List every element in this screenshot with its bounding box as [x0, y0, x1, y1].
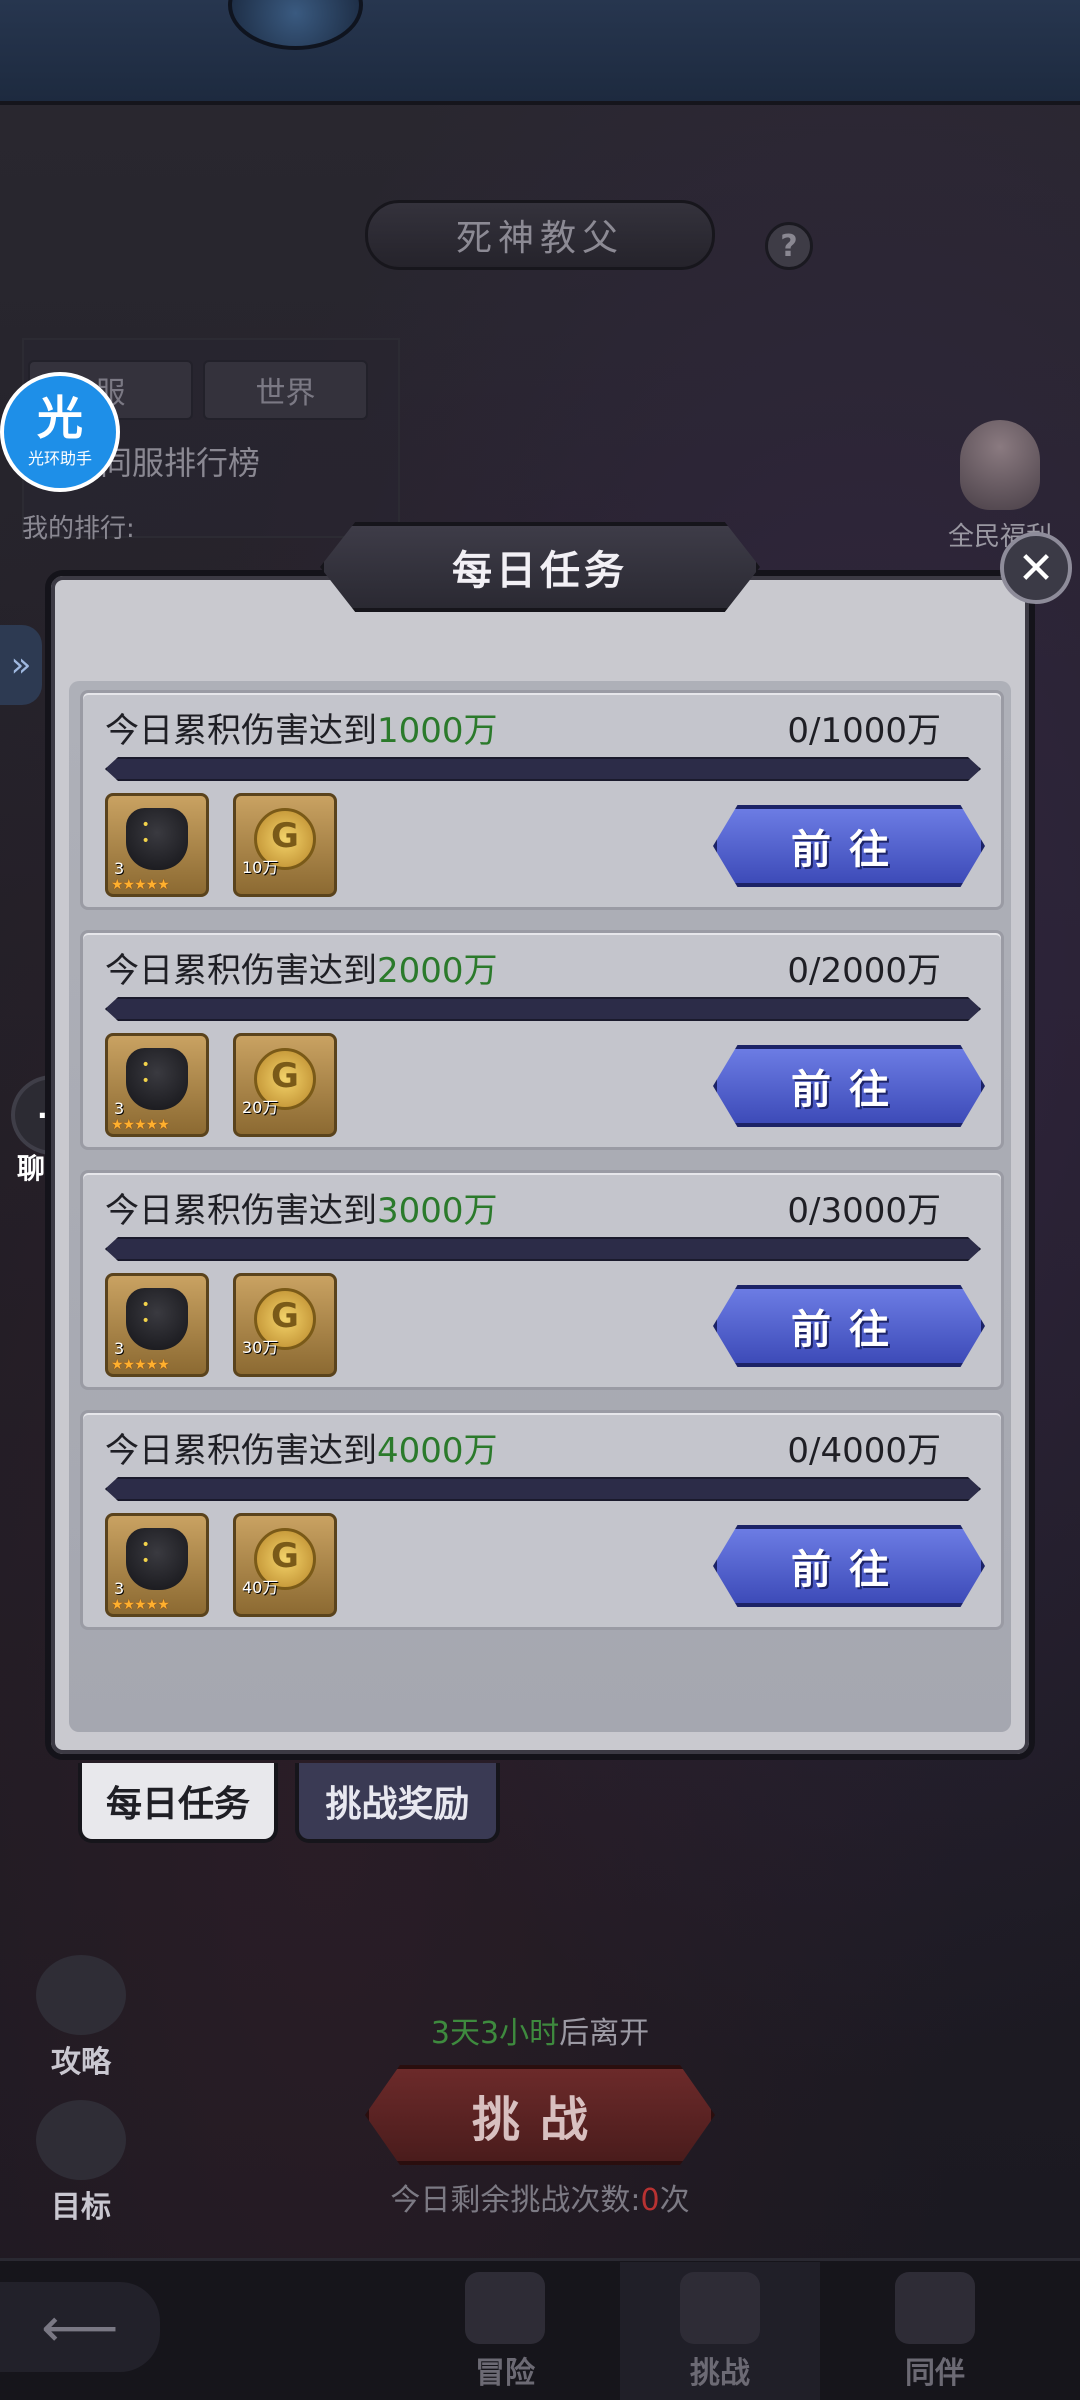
coin-reward[interactable]: G 20万	[233, 1033, 337, 1137]
go-button[interactable]: 前往	[713, 1045, 985, 1127]
nav-adventure[interactable]: 冒险	[405, 2262, 605, 2400]
task-progress-bar	[105, 997, 981, 1021]
hooded-hero-icon: • •	[126, 1288, 188, 1351]
ranking-title: 同服排行榜	[100, 444, 261, 482]
task-target: 2000万	[377, 951, 498, 991]
hooded-hero-icon: • •	[126, 1048, 188, 1111]
task-progress-bar	[105, 1477, 981, 1501]
coin-reward[interactable]: G 30万	[233, 1273, 337, 1377]
top-banner	[0, 0, 1080, 105]
task-progress-text: 0/1000万	[787, 711, 941, 751]
task-item: 今日累积伤害达到2000万 0/2000万 • • 3 ★★★★★ G 20万 …	[80, 930, 1004, 1150]
hero-level: 3	[114, 1339, 125, 1358]
task-title: 今日累积伤害达到3000万	[105, 1191, 498, 1231]
task-item: 今日累积伤害达到3000万 0/3000万 • • 3 ★★★★★ G 30万 …	[80, 1170, 1004, 1390]
hero-level: 3	[114, 1099, 125, 1118]
go-button[interactable]: 前往	[713, 1525, 985, 1607]
snowman-icon	[960, 420, 1040, 510]
coin-quantity: 10万	[242, 858, 279, 877]
expand-arrow-icon[interactable]: »	[0, 625, 42, 705]
tab-world-ranking[interactable]: 世界	[203, 360, 368, 420]
nav-adventure-label: 冒险	[475, 2356, 535, 2391]
helmet-icon	[680, 2272, 760, 2344]
task-target: 3000万	[377, 1191, 498, 1231]
star-rating: ★★★★★	[111, 1357, 170, 1373]
task-progress-text: 0/4000万	[787, 1431, 941, 1471]
task-title: 今日累积伤害达到1000万	[105, 711, 498, 751]
star-rating: ★★★★★	[111, 1597, 170, 1613]
nav-challenge[interactable]: 挑战	[620, 2262, 820, 2400]
tab-daily-tasks[interactable]: 每日任务	[78, 1763, 278, 1843]
star-rating: ★★★★★	[111, 1117, 170, 1133]
remaining-attempts: 今日剩余挑战次数:0次	[390, 2183, 690, 2218]
halo-assistant-button[interactable]: 光 光环助手	[0, 372, 120, 492]
hooded-hero-icon: • •	[126, 808, 188, 871]
task-target: 1000万	[377, 711, 498, 751]
task-item: 今日累积伤害达到4000万 0/4000万 • • 3 ★★★★★ G 40万 …	[80, 1410, 1004, 1630]
dialog-title: 每日任务	[320, 522, 760, 612]
coin-quantity: 20万	[242, 1098, 279, 1117]
hooded-hero-icon: • •	[126, 1528, 188, 1591]
nav-partner[interactable]: 同伴	[835, 2262, 1035, 2400]
coin-quantity: 40万	[242, 1578, 279, 1597]
hero-reward[interactable]: • • 3 ★★★★★	[105, 1513, 209, 1617]
boss-title: 死神教父	[365, 200, 715, 270]
go-button[interactable]: 前往	[713, 805, 985, 887]
hero-reward[interactable]: • • 3 ★★★★★	[105, 793, 209, 897]
coin-reward[interactable]: G 40万	[233, 1513, 337, 1617]
task-progress-bar	[105, 757, 981, 781]
help-button[interactable]: ?	[765, 222, 813, 270]
task-progress-text: 0/2000万	[787, 951, 941, 991]
halo-assistant-label: 光环助手	[27, 449, 92, 468]
handshake-icon	[895, 2272, 975, 2344]
halo-assistant-icon: 光	[37, 391, 83, 445]
leave-timer: 3天3小时后离开	[430, 2016, 650, 2051]
coin-quantity: 30万	[242, 1338, 279, 1357]
task-target: 4000万	[377, 1431, 498, 1471]
hero-level: 3	[114, 859, 125, 878]
hero-reward[interactable]: • • 3 ★★★★★	[105, 1033, 209, 1137]
book-icon	[36, 2100, 126, 2180]
task-progress-bar	[105, 1237, 981, 1261]
nav-challenge-label: 挑战	[690, 2356, 750, 2391]
nav-partner-label: 同伴	[905, 2356, 965, 2391]
back-arrow-icon[interactable]: ⟵	[0, 2282, 160, 2372]
close-button[interactable]: ✕	[1000, 532, 1072, 604]
hero-level: 3	[114, 1579, 125, 1598]
coin-reward[interactable]: G 10万	[233, 793, 337, 897]
treasure-chest-icon	[465, 2272, 545, 2344]
go-button[interactable]: 前往	[713, 1285, 985, 1367]
task-title: 今日累积伤害达到2000万	[105, 951, 498, 991]
my-rank-label: 我的排行:	[22, 514, 135, 544]
task-progress-text: 0/3000万	[787, 1191, 941, 1231]
star-rating: ★★★★★	[111, 877, 170, 893]
remaining-count: 0	[640, 2183, 660, 2218]
hero-reward[interactable]: • • 3 ★★★★★	[105, 1273, 209, 1377]
challenge-button[interactable]: 挑战	[365, 2065, 715, 2165]
task-item: 今日累积伤害达到1000万 0/1000万 • • 3 ★★★★★ G 10万 …	[80, 690, 1004, 910]
task-title: 今日累积伤害达到4000万	[105, 1431, 498, 1471]
tab-challenge-rewards[interactable]: 挑战奖励	[295, 1763, 500, 1843]
